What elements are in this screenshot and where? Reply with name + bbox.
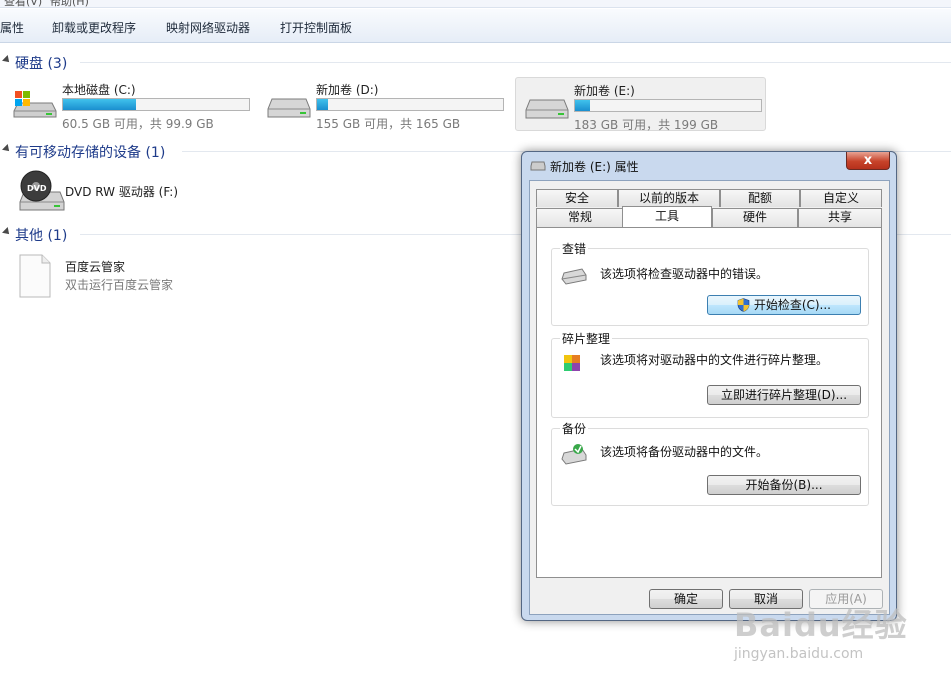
drive-check-icon	[561, 268, 587, 285]
section-description: 该选项将备份驱动器中的文件。	[600, 445, 769, 459]
drive-e[interactable]: 新加卷 (E:) 183 GB 可用，共 199 GB	[515, 77, 766, 132]
properties-button[interactable]: 属性	[0, 19, 24, 36]
command-toolbar: 属性 卸载或更改程序 映射网络驱动器 打开控制面板	[0, 9, 951, 43]
group-hard-disks[interactable]: 硬盘 (3)	[0, 52, 951, 72]
drive-size: 155 GB 可用，共 165 GB	[316, 117, 461, 131]
close-button[interactable]: x	[846, 152, 890, 170]
dialog-title: 新加卷 (E:) 属性	[550, 160, 639, 174]
start-check-button[interactable]: 开始检查(C)...	[707, 295, 861, 315]
item-description: 双击运行百度云管家	[65, 278, 174, 292]
error-check-group: 查错 该选项将检查驱动器中的错误。 开始检查(C)...	[551, 240, 869, 326]
uac-shield-icon	[737, 298, 750, 312]
start-check-label: 开始检查(C)...	[753, 298, 831, 312]
hard-drive-icon	[525, 99, 569, 119]
collapse-triangle-icon[interactable]	[2, 55, 12, 65]
backup-group: 备份 该选项将备份驱动器中的文件。 开始备份(B)...	[551, 420, 869, 506]
dvd-drive-icon: DVD	[19, 170, 65, 211]
drive-usage-bar	[316, 98, 504, 111]
drive-usage-fill	[317, 99, 329, 110]
tab-quota[interactable]: 配额	[720, 189, 800, 207]
section-description: 该选项将检查驱动器中的错误。	[600, 267, 769, 281]
dvd-label: DVD	[27, 184, 47, 193]
drive-usage-bar	[574, 99, 762, 112]
collapse-triangle-icon[interactable]	[2, 144, 12, 154]
menu-bar: 查看(V) 帮助(H)	[0, 0, 951, 8]
watermark-url: jingyan.baidu.com	[734, 646, 864, 662]
tab-customize[interactable]: 自定义	[800, 189, 882, 207]
drive-name: 本地磁盘 (C:)	[62, 83, 136, 97]
menu-item-view[interactable]: 查看(V)	[4, 0, 42, 7]
tab-general[interactable]: 常规	[536, 208, 624, 228]
file-icon	[19, 254, 51, 298]
group-title: 其他 (1)	[15, 228, 68, 244]
group-divider	[80, 62, 951, 63]
baidu-watermark: Baidu经验 jingyan.baidu.com	[734, 600, 949, 680]
collapse-triangle-icon[interactable]	[2, 227, 12, 237]
group-legend: 备份	[560, 420, 589, 437]
group-legend: 碎片整理	[560, 330, 613, 347]
drive-usage-fill	[63, 99, 136, 110]
section-description: 该选项将对驱动器中的文件进行碎片整理。	[600, 353, 829, 367]
drive-usage-fill	[575, 100, 590, 111]
menu-item-help[interactable]: 帮助(H)	[50, 0, 89, 7]
dialog-body: 安全 以前的版本 配额 自定义 常规 工具 硬件 共享 查错 该选项将检查驱动器…	[529, 180, 890, 615]
open-control-panel-button[interactable]: 打开控制面板	[280, 19, 352, 36]
drive-size: 183 GB 可用，共 199 GB	[574, 118, 719, 132]
drive-small-icon	[530, 161, 546, 171]
backup-icon	[561, 444, 587, 465]
tools-tab-panel: 查错 该选项将检查驱动器中的错误。 开始检查(C)... 碎片整理 该选项将对驱…	[536, 227, 882, 578]
tab-security[interactable]: 安全	[536, 189, 618, 207]
drive-name: 新加卷 (D:)	[316, 83, 379, 97]
start-backup-button[interactable]: 开始备份(B)...	[707, 475, 861, 495]
defrag-icon	[564, 355, 580, 371]
properties-dialog: 新加卷 (E:) 属性 x 安全 以前的版本 配额 自定义 常规 工具 硬件 共…	[521, 151, 897, 621]
hard-drive-icon	[267, 98, 311, 118]
ok-button[interactable]: 确定	[649, 589, 723, 609]
baidu-cloud-item[interactable]: 百度云管家 双击运行百度云管家	[10, 252, 260, 302]
drive-size: 60.5 GB 可用，共 99.9 GB	[62, 117, 214, 131]
tab-hardware[interactable]: 硬件	[712, 208, 798, 228]
tab-tools[interactable]: 工具	[622, 206, 712, 227]
windows-drive-icon	[13, 91, 57, 118]
watermark-brand: Baidu经验	[734, 606, 908, 644]
defrag-now-button[interactable]: 立即进行碎片整理(D)...	[707, 385, 861, 405]
dvd-drive[interactable]: DVD DVD RW 驱动器 (F:)	[10, 166, 260, 216]
drive-usage-bar	[62, 98, 250, 111]
uninstall-program-button[interactable]: 卸载或更改程序	[52, 19, 136, 36]
drive-d[interactable]: 新加卷 (D:) 155 GB 可用，共 165 GB	[258, 77, 508, 131]
item-name: 百度云管家	[65, 260, 126, 274]
dvd-drive-name: DVD RW 驱动器 (F:)	[65, 185, 179, 199]
defrag-group: 碎片整理 该选项将对驱动器中的文件进行碎片整理。 立即进行碎片整理(D)...	[551, 330, 869, 418]
group-legend: 查错	[560, 240, 589, 257]
tab-sharing[interactable]: 共享	[798, 208, 882, 228]
group-title: 有可移动存储的设备 (1)	[15, 145, 166, 161]
drive-c[interactable]: 本地磁盘 (C:) 60.5 GB 可用，共 99.9 GB	[4, 77, 254, 131]
drive-name: 新加卷 (E:)	[574, 84, 635, 98]
tab-previous-versions[interactable]: 以前的版本	[618, 189, 720, 207]
group-title: 硬盘 (3)	[15, 56, 68, 72]
map-network-drive-button[interactable]: 映射网络驱动器	[166, 19, 250, 36]
